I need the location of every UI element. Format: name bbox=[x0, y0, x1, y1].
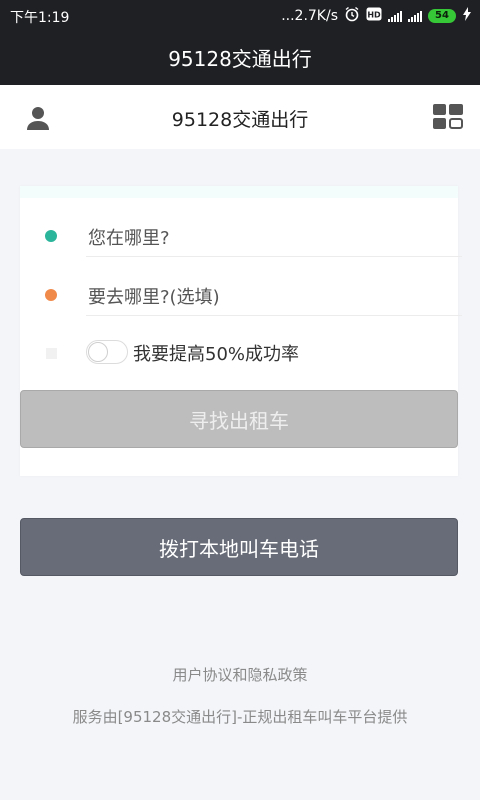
find-taxi-button[interactable]: 寻找出租车 bbox=[20, 390, 458, 448]
boost-checkbox[interactable] bbox=[46, 348, 57, 359]
grid-menu-icon bbox=[433, 104, 463, 129]
header-title: 95128交通出行 bbox=[171, 109, 309, 131]
alarm-icon bbox=[344, 6, 360, 26]
toggle-knob bbox=[88, 342, 108, 362]
booking-card: 我要提高50%成功率 寻找出租车 bbox=[20, 186, 462, 476]
status-bar: 下午1:19 ...2.7K/s HD 54 bbox=[0, 0, 480, 30]
header: 95128交通出行 bbox=[0, 85, 480, 149]
hd-icon: HD bbox=[366, 7, 382, 25]
app-title: 95128交通出行 bbox=[168, 47, 312, 71]
svg-text:HD: HD bbox=[367, 11, 381, 20]
card-top-strip bbox=[20, 186, 458, 198]
call-local-taxi-button[interactable]: 拨打本地叫车电话 bbox=[20, 518, 458, 576]
provider-text: 服务由[95128交通出行]-正规出租车叫车平台提供 bbox=[72, 708, 408, 726]
boost-label: 我要提高50%成功率 bbox=[133, 344, 300, 365]
app-title-bar: 95128交通出行 bbox=[0, 30, 480, 85]
origin-row bbox=[20, 218, 462, 258]
status-icons: ...2.7K/s HD 54 bbox=[281, 6, 472, 26]
destination-dot bbox=[45, 289, 57, 301]
origin-dot bbox=[45, 230, 57, 242]
destination-row bbox=[20, 277, 462, 317]
net-speed: ...2.7K/s bbox=[281, 8, 338, 24]
origin-input[interactable] bbox=[86, 220, 462, 257]
boost-row: 我要提高50%成功率 bbox=[20, 336, 458, 372]
destination-input[interactable] bbox=[86, 279, 462, 316]
grid-menu-button[interactable] bbox=[432, 103, 464, 131]
signal-4g-icon bbox=[388, 10, 402, 22]
status-time: 下午1:19 bbox=[10, 10, 70, 26]
battery-level: 54 bbox=[435, 10, 449, 21]
policy-link[interactable]: 用户协议和隐私政策 bbox=[0, 664, 480, 685]
signal-icon bbox=[408, 10, 422, 22]
battery-icon: 54 bbox=[428, 9, 456, 23]
boost-toggle[interactable] bbox=[86, 340, 128, 364]
charging-icon bbox=[462, 7, 472, 25]
